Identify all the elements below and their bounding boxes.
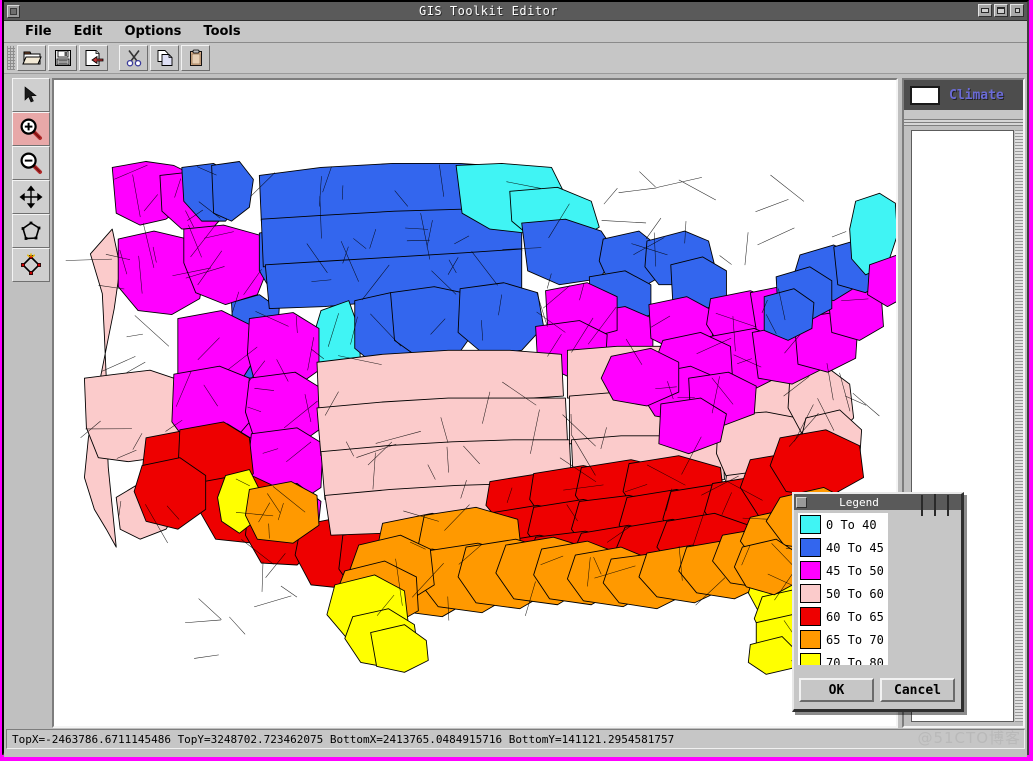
close-button[interactable] — [1010, 4, 1024, 17]
window-menu-button[interactable] — [7, 4, 20, 18]
pan-tool[interactable] — [12, 180, 50, 214]
vertex-edit-tool[interactable] — [12, 248, 50, 282]
menu-file[interactable]: File — [14, 23, 63, 40]
save-button[interactable] — [48, 45, 77, 71]
zoom-in-tool[interactable] — [12, 112, 50, 146]
layer-panel-grip[interactable] — [904, 119, 1023, 126]
work-area: Climate Legend 0 To 40 40 To 45 45 To 50 50… — [4, 74, 1027, 757]
paste-icon — [189, 49, 202, 66]
legend-ok-button[interactable]: OK — [799, 678, 874, 702]
menubar: File Edit Options Tools — [4, 21, 1027, 43]
copy-button[interactable] — [150, 45, 179, 71]
legend-label: 70 To 80 — [826, 655, 884, 666]
close-icon — [1014, 8, 1020, 13]
import-button[interactable] — [79, 45, 108, 71]
open-button[interactable] — [17, 45, 46, 71]
select-arrow-tool[interactable] — [12, 78, 50, 112]
statusbar-coordinates: TopX=-2463786.6711145486 TopY=3248702.72… — [12, 732, 675, 746]
layer-header: Climate — [904, 80, 1023, 110]
legend-entry-list[interactable]: 0 To 40 40 To 45 45 To 50 50 To 60 60 To 65 6… — [798, 513, 888, 665]
layer-panel-scrollbar[interactable] — [1015, 130, 1023, 722]
open-icon — [21, 51, 42, 65]
vertex-edit-icon — [21, 253, 41, 275]
legend-minimize-button[interactable] — [921, 495, 933, 516]
legend-swatch[interactable] — [800, 653, 821, 665]
tool-palette — [12, 78, 50, 282]
polygon-tool[interactable] — [12, 214, 50, 248]
cut-button[interactable] — [119, 45, 148, 71]
copy-icon — [157, 50, 172, 66]
menu-edit[interactable]: Edit — [63, 23, 114, 40]
legend-titlebar[interactable]: Legend — [794, 494, 961, 516]
zoom-out-icon — [20, 152, 42, 174]
layer-name-label: Climate — [949, 87, 1004, 103]
legend-swatch[interactable] — [800, 515, 821, 534]
zoom-out-tool[interactable] — [12, 146, 50, 180]
close-icon — [947, 495, 949, 516]
legend-swatch[interactable] — [800, 630, 821, 649]
maximize-icon — [997, 7, 1005, 14]
application-window: GIS Toolkit Editor File Edit Options Too… — [2, 0, 1029, 757]
legend-swatch[interactable] — [800, 561, 821, 580]
legend-close-button[interactable] — [947, 495, 959, 516]
statusbar: TopX=-2463786.6711145486 TopY=3248702.72… — [6, 729, 1025, 749]
toolbar — [4, 43, 1027, 74]
legend-label: 65 To 70 — [826, 632, 884, 647]
window-controls — [978, 4, 1024, 17]
legend-entry[interactable]: 65 To 70 — [798, 628, 888, 651]
legend-entry[interactable]: 50 To 60 — [798, 582, 888, 605]
cut-icon — [126, 50, 141, 67]
layer-header-gap — [904, 110, 1023, 119]
map-region[interactable] — [183, 224, 270, 306]
legend-swatch[interactable] — [800, 607, 821, 626]
paste-button[interactable] — [181, 45, 210, 71]
save-icon — [54, 50, 71, 66]
import-icon — [85, 50, 103, 66]
minimize-icon — [921, 495, 923, 516]
legend-window-controls — [921, 494, 959, 516]
legend-label: 50 To 60 — [826, 586, 884, 601]
legend-label: 0 To 40 — [826, 517, 877, 532]
legend-window-menu-button[interactable] — [796, 496, 807, 508]
us-climate-choropleth — [54, 80, 896, 726]
polygon-icon — [21, 221, 41, 240]
layer-visibility-checkbox[interactable] — [910, 85, 940, 105]
legend-label: 40 To 45 — [826, 540, 884, 555]
legend-dialog[interactable]: Legend 0 To 40 40 To 45 45 To 50 50 To 60 60… — [792, 492, 964, 712]
map-region[interactable] — [600, 347, 680, 407]
maximize-button[interactable] — [994, 4, 1008, 17]
zoom-in-icon — [20, 118, 42, 140]
legend-entry[interactable]: 40 To 45 — [798, 536, 888, 559]
legend-entry[interactable]: 60 To 65 — [798, 605, 888, 628]
pan-icon — [19, 185, 43, 209]
window-title: GIS Toolkit Editor — [418, 4, 559, 18]
legend-swatch[interactable] — [800, 538, 821, 557]
legend-button-row: OK Cancel — [799, 677, 955, 703]
legend-label: 45 To 50 — [826, 563, 884, 578]
legend-entry[interactable]: 70 To 80 — [798, 651, 888, 665]
map-canvas[interactable] — [52, 78, 898, 728]
window-titlebar: GIS Toolkit Editor — [4, 2, 1027, 21]
maximize-icon — [934, 494, 936, 516]
legend-maximize-button[interactable] — [934, 494, 946, 516]
legend-cancel-button[interactable]: Cancel — [880, 678, 955, 702]
minimize-button[interactable] — [978, 4, 992, 17]
toolbar-grip[interactable] — [7, 46, 15, 70]
legend-entry[interactable]: 45 To 50 — [798, 559, 888, 582]
menu-options[interactable]: Options — [113, 23, 192, 40]
minimize-icon — [981, 8, 989, 13]
legend-entry[interactable]: 0 To 40 — [798, 513, 888, 536]
legend-swatch[interactable] — [800, 584, 821, 603]
menu-tools[interactable]: Tools — [192, 23, 251, 40]
legend-label: 60 To 65 — [826, 609, 884, 624]
select-arrow-icon — [24, 86, 37, 103]
